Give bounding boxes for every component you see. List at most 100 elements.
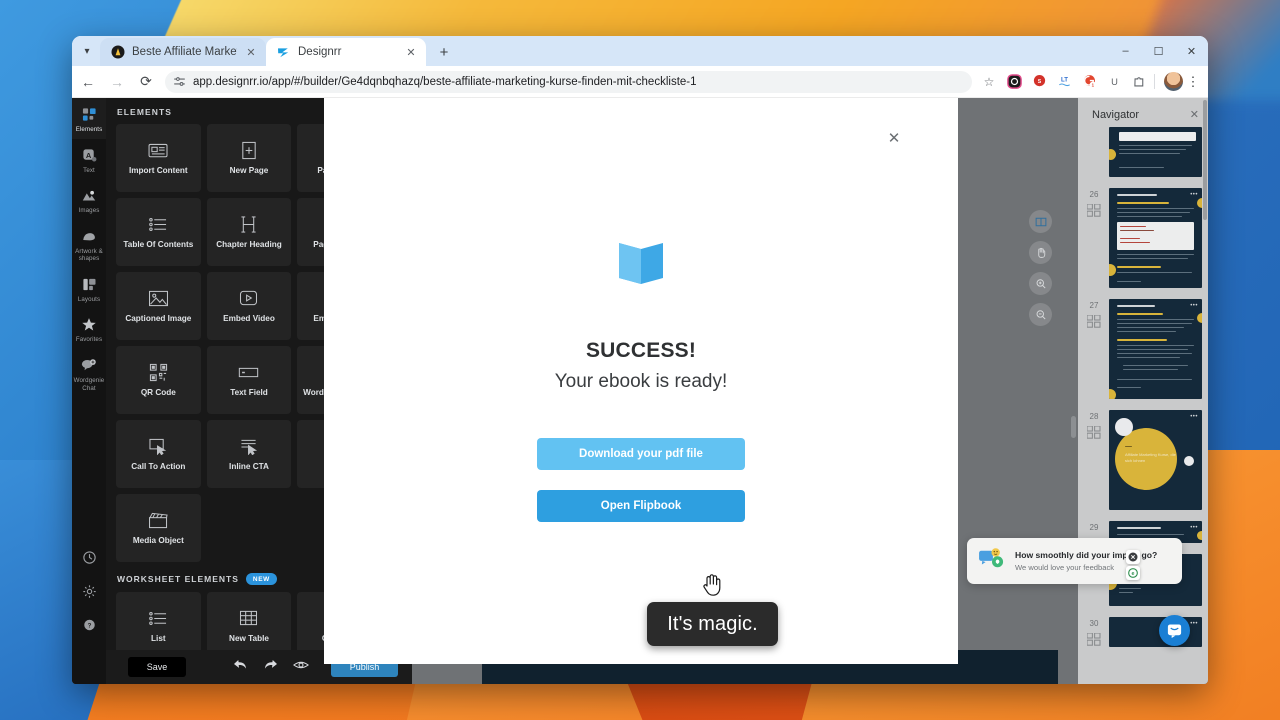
element-card-text-field[interactable]: Text Field [206, 346, 292, 414]
sidebar-item-text[interactable]: A Text [72, 139, 106, 180]
element-card-label: New Page [229, 165, 269, 175]
sidebar-item-favorites-label: Favorites [75, 336, 103, 344]
forward-arrow-icon[interactable]: → [103, 68, 131, 96]
navigator-scrollbar[interactable] [1203, 100, 1207, 220]
navigator-page-item[interactable]: 26 ••• [1084, 188, 1202, 288]
sidebar-item-layouts[interactable]: Layouts [72, 268, 106, 309]
sidebar-item-artwork-shapes[interactable]: Artwork & shapes [72, 220, 106, 268]
element-card-label: Inline CTA [229, 461, 269, 471]
feedback-bubbles-icon [978, 547, 1006, 576]
element-card-label: Call To Action [131, 461, 186, 471]
feedback-toast[interactable]: How smoothly did your import go? We woul… [967, 538, 1182, 584]
browser-menu-icon[interactable]: ⋮ [1184, 74, 1202, 90]
grammar-extension-icon[interactable]: 1 [1079, 72, 1099, 92]
book-spread-view-icon[interactable] [1029, 210, 1052, 233]
tab-search-chevron-icon[interactable]: ▾ [74, 36, 100, 66]
new-tab-button[interactable]: + [430, 38, 458, 66]
close-badge-icon[interactable] [1126, 550, 1140, 564]
canvas-scrollbar[interactable] [1071, 416, 1076, 438]
worksheet-new-badge: NEW [245, 573, 277, 585]
sidebar-item-images[interactable]: Images [72, 179, 106, 220]
element-card-label: Text Field [230, 387, 268, 397]
navigator-page-item[interactable] [1084, 127, 1202, 177]
element-card-inline-cta[interactable]: Inline CTA [206, 420, 292, 488]
navigator-page-grid-icon[interactable] [1086, 314, 1101, 328]
window-close-button[interactable]: ✕ [1175, 36, 1208, 66]
navigator-page-meta: 28 [1084, 410, 1104, 510]
element-card-table-of-contents[interactable]: Table Of Contents [116, 198, 201, 266]
hand-pan-icon[interactable] [1029, 241, 1052, 264]
element-card-label: QR Code [140, 387, 176, 397]
navigator-page-grid-icon[interactable] [1086, 425, 1101, 439]
element-card-captioned-image[interactable]: Captioned Image [116, 272, 201, 340]
navigator-thumbnail[interactable]: ••• [1109, 299, 1202, 399]
preview-eye-icon[interactable] [292, 658, 310, 676]
puzzle-extensions-icon[interactable] [1129, 72, 1149, 92]
browser-tab-2[interactable]: Designrr ✕ [266, 38, 426, 66]
redo-arrow-icon[interactable] [263, 658, 278, 676]
help-question-icon[interactable]: ? [72, 608, 106, 642]
zoom-out-icon[interactable] [1029, 303, 1052, 326]
save-button[interactable]: Save [128, 657, 186, 677]
navigator-page-item[interactable]: 28 ••• Affiliate Marketing Kurse, die si… [1084, 410, 1202, 510]
languagetool-extension-icon[interactable]: LT [1054, 72, 1074, 92]
element-card-new-page[interactable]: New Page [206, 124, 292, 192]
navigator-page-number: 26 [1089, 190, 1099, 199]
navigator-page-number: 30 [1089, 619, 1099, 628]
tab-2-close-icon[interactable]: ✕ [404, 45, 418, 59]
window-minimize-button[interactable]: – [1109, 36, 1142, 66]
canvas-tools [1029, 210, 1052, 326]
site-settings-icon[interactable] [173, 75, 186, 88]
element-card-media-object[interactable]: Media Object [116, 494, 201, 562]
element-card-call-to-action[interactable]: Call To Action [116, 420, 201, 488]
open-flipbook-button[interactable]: Open Flipbook [537, 490, 745, 522]
navigator-page-item[interactable]: 27 ••• [1084, 299, 1202, 399]
download-pdf-button[interactable]: Download your pdf file [537, 438, 745, 470]
browser-tab-1[interactable]: Beste Affiliate Marketing Kurse ✕ [100, 38, 266, 66]
profile-avatar[interactable] [1164, 72, 1183, 91]
tab-2-title: Designrr [298, 46, 342, 58]
element-card-import-content[interactable]: Import Content [116, 124, 201, 192]
address-bar[interactable]: app.designrr.io/app/#/builder/Ge4dqnbqha… [165, 70, 972, 93]
navigator-thumbnail[interactable] [1109, 127, 1202, 177]
navigator-page-grid-icon[interactable] [1086, 203, 1101, 217]
sidebar-item-wordgenie-chat[interactable]: Wordgenie Chat [72, 349, 106, 397]
u-extension-icon[interactable]: U [1104, 72, 1124, 92]
media-object-icon [148, 510, 169, 531]
navigator-close-icon[interactable]: ✕ [1190, 108, 1199, 121]
sidebar-item-layouts-label: Layouts [77, 295, 101, 303]
qr-code-icon [149, 362, 168, 383]
back-arrow-icon[interactable]: ← [74, 68, 102, 96]
sidebar-item-elements[interactable]: Elements [72, 98, 106, 139]
window-maximize-button[interactable]: ☐ [1142, 36, 1175, 66]
browser-toolbar: ← → ⟳ app.designrr.io/app/#/builder/Ge4d… [72, 66, 1208, 98]
element-card-embed-video[interactable]: Embed Video [206, 272, 292, 340]
success-modal: ✕ SUCCESS! Your ebook is ready! Download… [324, 98, 958, 664]
instagram-extension-icon[interactable] [1004, 72, 1024, 92]
sidebar-item-elements-label: Elements [75, 126, 103, 133]
bookmark-star-icon[interactable]: ☆ [979, 72, 999, 92]
navigator-panel: Navigator ✕ 26 ••• 27 ••• 28 ••• Affilia… [1078, 98, 1208, 684]
element-card-qr-code[interactable]: QR Code [116, 346, 201, 414]
intercom-chat-icon[interactable] [1159, 615, 1190, 646]
history-clock-icon[interactable] [72, 540, 106, 574]
zoom-in-icon[interactable] [1029, 272, 1052, 295]
sidebar-item-favorites[interactable]: Favorites [72, 308, 106, 349]
tab-strip: ▾ Beste Affiliate Marketing Kurse ✕ Desi… [72, 36, 1208, 66]
element-card-chapter-heading[interactable]: Chapter Heading [206, 198, 292, 266]
worksheet-card-label: List [151, 633, 166, 643]
navigator-thumbnail[interactable]: ••• [1109, 188, 1202, 288]
appbar-rail-spacer [72, 650, 106, 684]
navigator-thumbnail-cover[interactable]: ••• Affiliate Marketing Kurse, die sich … [1109, 410, 1202, 510]
navigator-page-meta: 30 [1084, 617, 1104, 651]
reload-icon[interactable]: ⟳ [132, 68, 160, 96]
navigator-page-grid-icon[interactable] [1086, 632, 1101, 646]
seo-extension-icon[interactable]: S [1029, 72, 1049, 92]
embed-video-icon [239, 288, 258, 309]
brand-circle-icon [110, 45, 125, 60]
e-badge-icon[interactable]: e [1126, 566, 1140, 580]
artwork-shapes-icon [73, 228, 105, 245]
undo-arrow-icon[interactable] [233, 658, 248, 676]
settings-gear-icon[interactable] [72, 574, 106, 608]
tab-1-close-icon[interactable]: ✕ [244, 45, 258, 59]
